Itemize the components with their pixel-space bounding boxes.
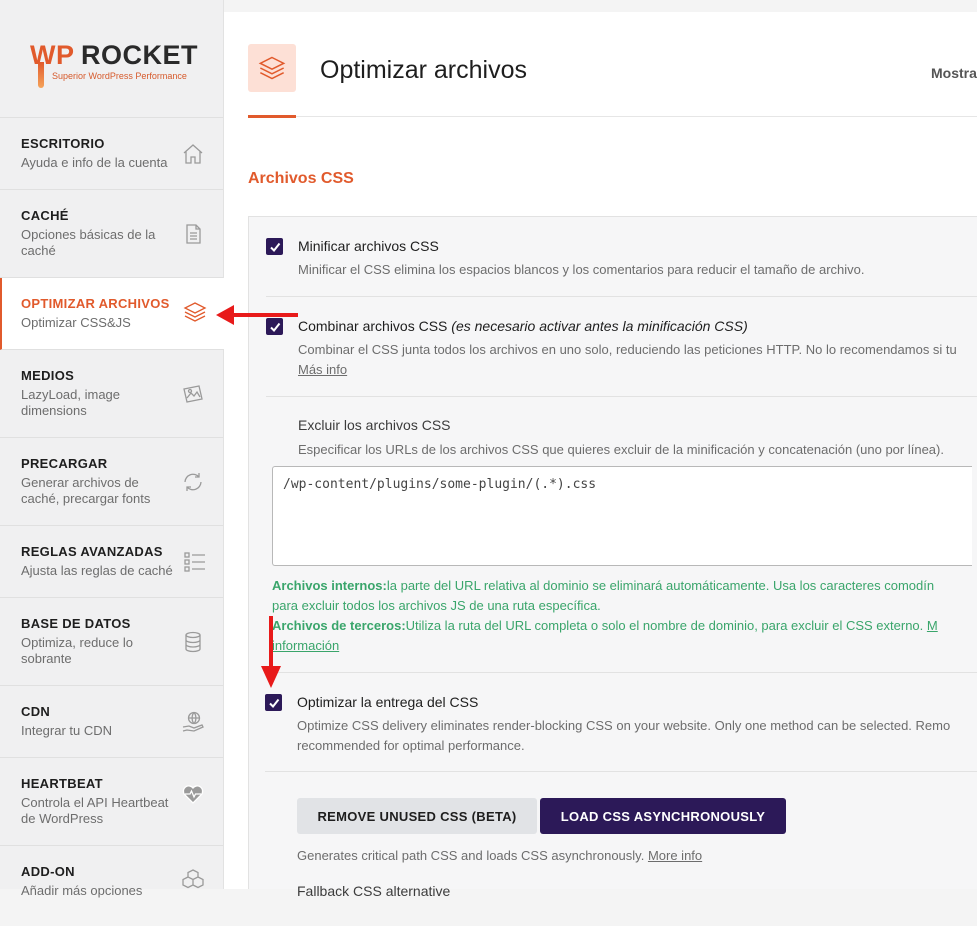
help-third-party-text: Utiliza la ruta del URL completa o solo … bbox=[405, 618, 924, 633]
option-description: Combinar el CSS junta todos los archivos… bbox=[298, 342, 957, 357]
option-label: Optimizar la entrega del CSS bbox=[297, 694, 479, 710]
help-more-info-link[interactable]: M bbox=[927, 618, 938, 633]
optimize-css-delivery-checkbox[interactable] bbox=[265, 694, 282, 711]
logo-rocket-text: ROCKET bbox=[81, 40, 198, 70]
sidebar-item-title: PRECARGAR bbox=[21, 456, 108, 471]
load-css-async-button[interactable]: LOAD CSS ASYNCHRONOUSLY bbox=[540, 798, 786, 834]
remove-unused-css-button[interactable]: REMOVE UNUSED CSS (BETA) bbox=[297, 798, 537, 834]
sidebar-item-title: MEDIOS bbox=[21, 368, 75, 383]
async-more-info-link[interactable]: More info bbox=[648, 848, 702, 863]
option-description-line2: recommended for optimal performance. bbox=[297, 738, 525, 753]
sidebar-item-title: CDN bbox=[21, 704, 51, 719]
layers-icon bbox=[183, 302, 207, 322]
refresh-icon bbox=[184, 473, 202, 491]
fallback-css-label: Fallback CSS alternative bbox=[297, 883, 451, 899]
option-optimize-css-delivery: Optimizar la entrega del CSS Optimize CS… bbox=[265, 672, 977, 772]
sidebar-item-reglas-avanzadas[interactable]: REGLAS AVANZADAS Ajusta las reglas de ca… bbox=[0, 526, 223, 598]
logo-wp-text: WP bbox=[30, 40, 75, 70]
sidebar-item-title: CACHÉ bbox=[21, 208, 69, 223]
file-icon bbox=[186, 224, 201, 244]
help-third-party-bold: Archivos de terceros: bbox=[272, 618, 406, 633]
wp-rocket-logo[interactable]: WP ROCKET Superior WordPress Performance bbox=[0, 0, 223, 118]
minify-css-checkbox[interactable] bbox=[266, 238, 283, 255]
sidebar-item-subtitle: Controla el API Heartbeat de WordPress bbox=[21, 795, 169, 826]
sidebar-item-subtitle: Optimizar CSS&JS bbox=[21, 315, 131, 330]
checkmark-icon bbox=[269, 242, 280, 252]
logo-tagline: Superior WordPress Performance bbox=[52, 71, 187, 81]
async-note: Generates critical path CSS and loads CS… bbox=[297, 846, 702, 866]
exclude-css-label: Excluir los archivos CSS bbox=[298, 417, 451, 433]
header-icon-box bbox=[248, 44, 296, 92]
header-accent-bar bbox=[248, 115, 296, 118]
option-label-text: Combinar archivos CSS bbox=[298, 318, 448, 334]
cubes-icon bbox=[182, 869, 204, 889]
layers-icon bbox=[258, 56, 286, 80]
sidebar-item-subtitle: Generar archivos de caché, precargar fon… bbox=[21, 475, 151, 506]
sidebar-item-title: REGLAS AVANZADAS bbox=[21, 544, 163, 559]
help-third-party: Archivos de terceros:Utiliza la ruta del… bbox=[272, 616, 938, 636]
annotation-arrow-down bbox=[261, 616, 281, 688]
sidebar-item-cache[interactable]: CACHÉ Opciones básicas de la caché bbox=[0, 190, 223, 278]
help-internal-files: Archivos internos:la parte del URL relat… bbox=[272, 576, 934, 596]
checkmark-icon bbox=[268, 698, 279, 708]
option-combine-css: Combinar archivos CSS (es necesario acti… bbox=[266, 297, 977, 397]
show-sidebar-toggle[interactable]: Mostra bbox=[931, 65, 977, 81]
sidebar-item-medios[interactable]: MEDIOS LazyLoad, image dimensions bbox=[0, 350, 223, 438]
page-title: Optimizar archivos bbox=[320, 56, 527, 84]
sidebar-item-add-on[interactable]: ADD-ON Añadir más opciones bbox=[0, 846, 223, 926]
exclude-css-textarea[interactable]: /wp-content/plugins/some-plugin/(.*).css bbox=[272, 466, 972, 566]
sidebar-item-subtitle: Integrar tu CDN bbox=[21, 723, 113, 738]
async-note-text: Generates critical path CSS and loads CS… bbox=[297, 848, 645, 863]
sidebar-item-escritorio[interactable]: ESCRITORIO Ayuda e info de la cuenta bbox=[0, 118, 223, 190]
sidebar-item-title: OPTIMIZAR ARCHIVOS bbox=[21, 296, 170, 311]
help-internal-line2: para excluir todos los archivos JS de un… bbox=[272, 598, 601, 613]
more-info-link[interactable]: Más info bbox=[298, 360, 347, 380]
option-description: Minificar el CSS elimina los espacios bl… bbox=[298, 262, 865, 277]
option-minify-css: Minificar archivos CSS Minificar el CSS … bbox=[266, 217, 977, 297]
sidebar-item-optimizar-archivos[interactable]: OPTIMIZAR ARCHIVOS Optimizar CSS&JS bbox=[0, 278, 224, 350]
heartbeat-icon bbox=[182, 785, 204, 804]
sidebar-item-subtitle: Añadir más opciones bbox=[21, 883, 143, 898]
sidebar: WP ROCKET Superior WordPress Performance… bbox=[0, 0, 224, 898]
sidebar-item-subtitle: Optimiza, reduce lo sobrante bbox=[21, 635, 133, 666]
page-header: Optimizar archivos Mostra bbox=[248, 12, 977, 118]
sidebar-item-subtitle: LazyLoad, image dimensions bbox=[21, 387, 121, 418]
sidebar-item-subtitle: Opciones básicas de la caché bbox=[21, 227, 156, 258]
option-label: Minificar archivos CSS bbox=[298, 238, 439, 254]
help-internal-bold: Archivos internos: bbox=[272, 578, 387, 593]
home-icon bbox=[183, 144, 203, 164]
sidebar-item-cdn[interactable]: CDN Integrar tu CDN bbox=[0, 686, 223, 758]
sidebar-item-title: BASE DE DATOS bbox=[21, 616, 131, 631]
help-internal-text: la parte del URL relativa al dominio se … bbox=[386, 578, 935, 593]
option-label: Combinar archivos CSS (es necesario acti… bbox=[298, 318, 748, 334]
database-icon bbox=[185, 631, 201, 653]
main-content: Optimizar archivos Mostra Archivos CSS M… bbox=[224, 12, 977, 899]
option-label-note: (es necesario activar antes la minificac… bbox=[451, 318, 748, 334]
annotation-arrow-left bbox=[216, 305, 298, 325]
sidebar-item-subtitle: Ajusta las reglas de caché bbox=[21, 563, 173, 578]
section-title: Archivos CSS bbox=[248, 170, 354, 187]
checklist-icon bbox=[184, 552, 205, 572]
rocket-flame-icon bbox=[38, 62, 44, 88]
sidebar-item-precargar[interactable]: PRECARGAR Generar archivos de caché, pre… bbox=[0, 438, 223, 526]
sidebar-item-subtitle: Ayuda e info de la cuenta bbox=[21, 155, 168, 170]
globe-hand-icon bbox=[182, 711, 204, 732]
sidebar-item-title: ADD-ON bbox=[21, 864, 75, 879]
option-description: Optimize CSS delivery eliminates render-… bbox=[297, 718, 951, 733]
images-icon bbox=[183, 385, 203, 403]
sidebar-item-base-de-datos[interactable]: BASE DE DATOS Optimiza, reduce lo sobran… bbox=[0, 598, 223, 686]
sidebar-item-title: ESCRITORIO bbox=[21, 136, 105, 151]
exclude-css-description: Especificar los URLs de los archivos CSS… bbox=[298, 442, 944, 457]
sidebar-item-title: HEARTBEAT bbox=[21, 776, 103, 791]
sidebar-item-heartbeat[interactable]: HEARTBEAT Controla el API Heartbeat de W… bbox=[0, 758, 223, 846]
